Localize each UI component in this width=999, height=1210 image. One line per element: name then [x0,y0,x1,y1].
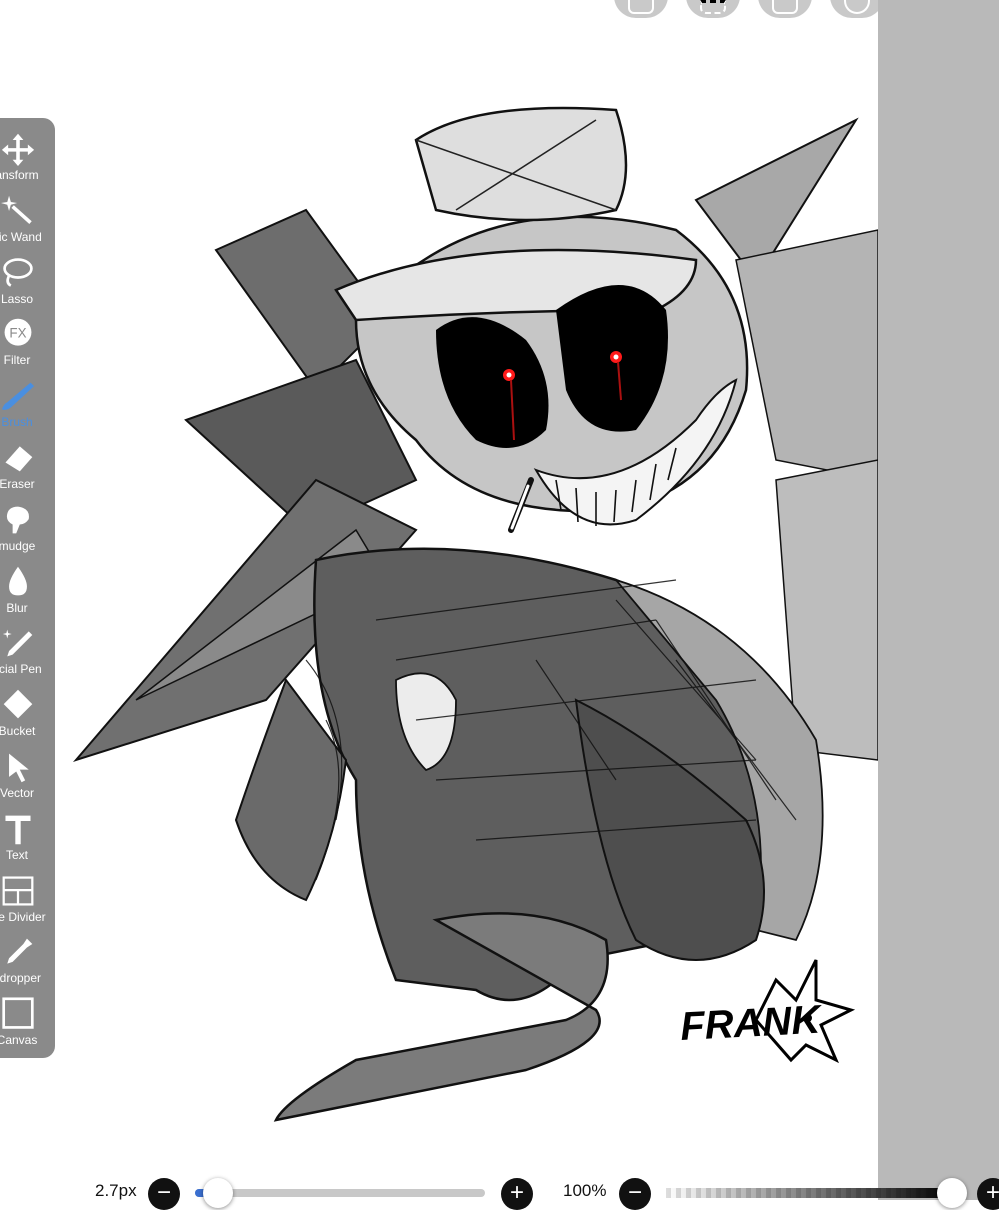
tool-label: Lasso [0,291,34,306]
top-toolbar-button-1[interactable] [614,0,668,18]
tool-smudge[interactable]: mudge [0,501,55,563]
layer-icon [772,0,798,14]
tool-label: Eraser [0,477,35,491]
brush-size-decrease-button[interactable]: − [148,1178,180,1210]
tool-magic-wand[interactable]: gic Wand [0,192,55,254]
tool-label: edropper [0,971,42,986]
tool-cursor-arrow[interactable]: Vector [0,748,55,810]
tool-canvas[interactable]: Canvas [0,995,55,1057]
tool-special-pen[interactable]: ecial Pen [0,624,55,686]
move-arrows-icon [1,133,35,166]
minus-icon: − [156,1179,171,1206]
tool-label: Vector [0,786,35,800]
tool-eyedropper[interactable]: edropper [0,933,55,995]
tool-fx[interactable]: FX Filter [0,315,55,377]
tool-label: Brush [1,415,33,430]
brush-size-slider[interactable] [195,1189,485,1197]
eyedropper-icon [7,938,33,965]
lasso-icon [3,257,33,287]
brush-size-value: 2.7px [95,1181,137,1200]
brush-size-knob[interactable] [203,1178,234,1208]
opacity-value: 100% [563,1181,607,1200]
tool-eraser[interactable]: Eraser [0,439,55,501]
tool-droplet[interactable]: Blur [0,563,55,625]
tool-label: Blur [6,600,28,615]
plus-icon: + [509,1179,524,1206]
cursor-arrow-icon [9,753,29,783]
tool-label: ansform [0,168,39,182]
fx-icon: FX [4,319,32,347]
tool-label: gic Wand [0,229,42,244]
opacity-knob[interactable] [937,1178,967,1208]
special-pen-icon [2,629,33,657]
tool-brush[interactable]: Brush [0,377,55,439]
top-toolbar-button-4[interactable] [830,0,884,18]
droplet-icon [9,566,27,596]
tool-text-t[interactable]: Text [0,810,55,872]
tool-label: Filter [3,353,31,368]
text-t-icon [5,815,31,845]
tool-bucket[interactable]: Bucket [0,686,55,748]
drawing-canvas[interactable]: FRANK [56,60,878,1170]
top-toolbar-button-3[interactable] [758,0,812,18]
selection-icon [700,0,726,14]
brush-icon [1,382,35,411]
tool-frame-divider[interactable]: me Divider [0,872,55,934]
tool-label: Text [5,847,28,862]
tool-move-arrows[interactable]: ansform [0,130,55,192]
artist-signature: FRANK [679,998,824,1049]
canvas-icon [2,997,34,1029]
top-toolbar-button-2[interactable] [686,0,740,18]
workspace-background [878,0,999,1200]
bucket-icon [3,689,33,719]
tool-label: mudge [0,538,36,553]
brush-size-increase-button[interactable]: + [501,1178,533,1210]
tool-label: Bucket [0,724,36,739]
opacity-decrease-button[interactable]: − [619,1178,651,1210]
tool-panel: ansform gic Wand Lasso FX Filter Brush Eraser m… [0,118,55,1058]
opacity-slider[interactable] [666,1188,952,1198]
opacity-increase-button[interactable]: + [977,1178,999,1210]
eraser-icon [5,446,33,472]
frame-divider-icon [2,876,34,906]
magic-wand-icon [1,195,32,224]
svg-text:FX: FX [9,326,26,341]
plus-icon: + [985,1179,999,1206]
minus-icon: − [627,1179,642,1206]
circle-icon [844,0,870,14]
tool-label: me Divider [0,909,46,924]
tool-label: ecial Pen [0,662,42,677]
smudge-icon [6,506,29,534]
tool-label: Canvas [0,1033,38,1048]
tool-lasso[interactable]: Lasso [0,254,55,316]
tray-icon [628,0,654,14]
